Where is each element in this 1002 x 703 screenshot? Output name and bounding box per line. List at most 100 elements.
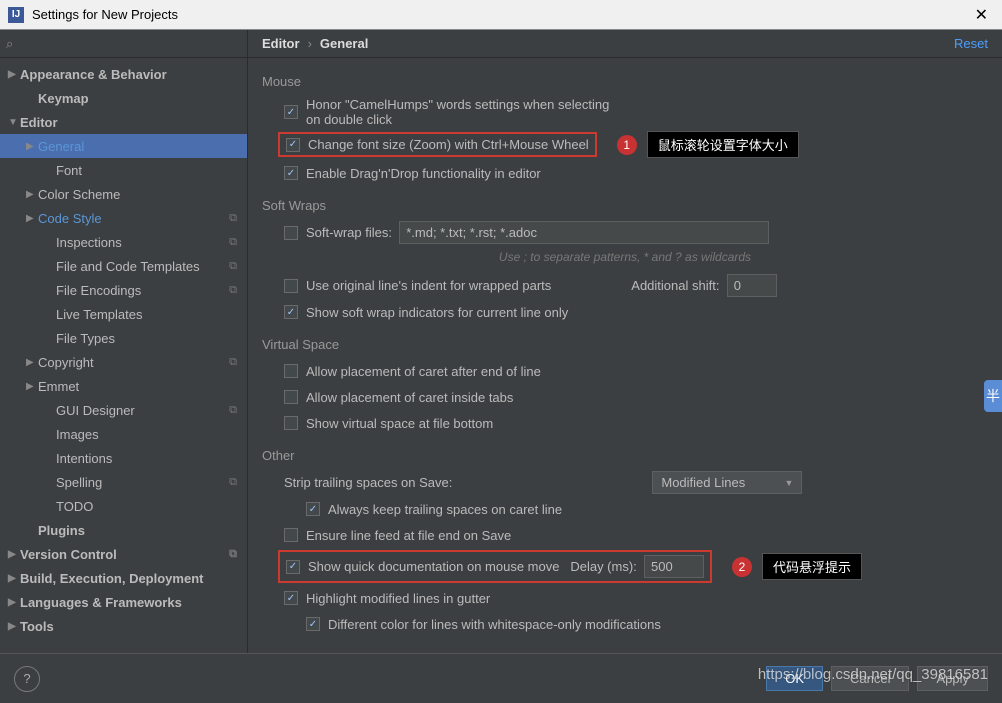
delay-input[interactable] (644, 555, 704, 578)
sidebar-item-emmet[interactable]: ▶Emmet (0, 374, 247, 398)
copy-icon: ⧉ (229, 548, 237, 561)
sidebar-item-file-types[interactable]: File Types (0, 326, 247, 350)
quickdoc-row: Show quick documentation on mouse move D… (284, 550, 988, 583)
sidebar-item-todo[interactable]: TODO (0, 494, 247, 518)
indicators-row: Show soft wrap indicators for current li… (284, 301, 988, 323)
sidebar-item-gui-designer[interactable]: GUI Designer⧉ (0, 398, 247, 422)
sidebar-item-label: Font (56, 163, 82, 178)
help-button[interactable]: ? (14, 666, 40, 692)
sidebar-item-tools[interactable]: ▶Tools (0, 614, 247, 638)
checkbox[interactable] (286, 138, 300, 152)
sidebar-item-file-encodings[interactable]: File Encodings ⧉ (0, 278, 247, 302)
breadcrumb-b: General (320, 36, 368, 51)
sidebar-item-label: Keymap (38, 91, 89, 106)
sidebar-item-label: Intentions (56, 451, 112, 466)
sidebar-item-spelling[interactable]: Spelling⧉ (0, 470, 247, 494)
chevron-right-icon[interactable]: ▶ (8, 621, 20, 632)
close-icon[interactable]: ✕ (969, 5, 994, 25)
chevron-right-icon[interactable]: ▶ (26, 381, 38, 392)
reset-link[interactable]: Reset (954, 36, 988, 51)
copy-icon: ⧉ (229, 236, 237, 249)
sidebar-item-file-and-code-templates[interactable]: File and Code Templates⧉ (0, 254, 247, 278)
titlebar: IJ Settings for New Projects ✕ (0, 0, 1002, 30)
sidebar-item-plugins[interactable]: Plugins (0, 518, 247, 542)
checkbox[interactable] (284, 364, 298, 378)
sidebar-item-general[interactable]: ▶General (0, 134, 247, 158)
sidebar-item-intentions[interactable]: Intentions (0, 446, 247, 470)
chevron-down-icon[interactable]: ▼ (8, 117, 20, 128)
virtual-bottom-row: Show virtual space at file bottom (284, 412, 988, 434)
apply-button[interactable]: Apply (917, 666, 988, 691)
section-other: Other (262, 448, 988, 463)
sidebar-item-images[interactable]: Images (0, 422, 247, 446)
honor-camelhumps-row: Honor "CamelHumps" words settings when s… (284, 97, 988, 127)
callout-1: 1鼠标滚轮设置字体大小 (617, 131, 799, 158)
sidebar-item-appearance-behavior[interactable]: ▶Appearance & Behavior (0, 62, 247, 86)
chevron-right-icon[interactable]: ▶ (26, 357, 38, 368)
softwrap-files-input[interactable] (399, 221, 769, 244)
checkbox[interactable] (284, 528, 298, 542)
chevron-right-icon[interactable]: ▶ (8, 573, 20, 584)
dnd-row: Enable Drag'n'Drop functionality in edit… (284, 162, 988, 184)
sidebar-item-label: Languages & Frameworks (20, 595, 182, 610)
shift-input[interactable] (727, 274, 777, 297)
chevron-right-icon[interactable]: ▶ (8, 69, 20, 80)
checkbox[interactable] (284, 416, 298, 430)
window-title: Settings for New Projects (32, 7, 969, 22)
cancel-button[interactable]: Cancel (831, 666, 909, 691)
checkbox[interactable] (306, 617, 320, 631)
checkbox[interactable] (284, 226, 298, 240)
callout-2: 2代码悬浮提示 (732, 553, 862, 580)
sidebar-item-label: File Encodings (56, 283, 141, 298)
sidebar-item-label: Code Style (38, 211, 102, 226)
sidebar-item-keymap[interactable]: Keymap (0, 86, 247, 110)
checkbox[interactable] (306, 502, 320, 516)
sidebar-item-code-style[interactable]: ▶Code Style⧉ (0, 206, 247, 230)
copy-icon: ⧉ (229, 476, 237, 489)
sidebar: ⌕ ▶Appearance & BehaviorKeymap▼Editor▶Ge… (0, 30, 248, 653)
settings-tree: ▶Appearance & BehaviorKeymap▼Editor▶Gene… (0, 58, 247, 653)
sidebar-item-inspections[interactable]: Inspections ⧉ (0, 230, 247, 254)
sidebar-item-build-execution-deployment[interactable]: ▶Build, Execution, Deployment (0, 566, 247, 590)
chevron-right-icon[interactable]: ▶ (26, 213, 38, 224)
sidebar-item-label: Emmet (38, 379, 79, 394)
sidebar-item-label: Build, Execution, Deployment (20, 571, 203, 586)
checkbox[interactable] (284, 166, 298, 180)
section-mouse: Mouse (262, 74, 988, 89)
softwrap-files-row: Soft-wrap files: (284, 221, 988, 244)
checkbox[interactable] (286, 560, 300, 574)
sidebar-item-editor[interactable]: ▼Editor (0, 110, 247, 134)
sidebar-item-label: Editor (20, 115, 58, 130)
search-input[interactable] (17, 36, 241, 51)
checkbox[interactable] (284, 305, 298, 319)
chevron-right-icon[interactable]: ▶ (26, 141, 38, 152)
sidebar-item-languages-frameworks[interactable]: ▶Languages & Frameworks (0, 590, 247, 614)
chevron-right-icon: › (308, 36, 312, 51)
sidebar-item-live-templates[interactable]: Live Templates (0, 302, 247, 326)
copy-icon: ⧉ (229, 404, 237, 417)
breadcrumb-a: Editor (262, 36, 300, 51)
search-bar: ⌕ (0, 30, 247, 58)
chevron-right-icon[interactable]: ▶ (8, 597, 20, 608)
checkbox[interactable] (284, 105, 298, 119)
strip-dropdown[interactable]: Modified Lines (652, 471, 802, 494)
checkbox[interactable] (284, 591, 298, 605)
chevron-right-icon[interactable]: ▶ (26, 189, 38, 200)
sidebar-item-font[interactable]: Font (0, 158, 247, 182)
checkbox[interactable] (284, 390, 298, 404)
sidebar-item-version-control[interactable]: ▶Version Control⧉ (0, 542, 247, 566)
strip-row: Strip trailing spaces on Save:Modified L… (284, 471, 988, 494)
copy-icon: ⧉ (229, 284, 237, 297)
sidebar-item-color-scheme[interactable]: ▶Color Scheme (0, 182, 247, 206)
breadcrumb: Editor › General Reset (248, 30, 1002, 58)
sidebar-item-label: Images (56, 427, 99, 442)
app-icon: IJ (8, 7, 24, 23)
sidebar-item-label: Live Templates (56, 307, 142, 322)
checkbox[interactable] (284, 279, 298, 293)
ok-button[interactable]: OK (766, 666, 823, 691)
chevron-right-icon[interactable]: ▶ (8, 549, 20, 560)
caret-eol-row: Allow placement of caret after end of li… (284, 360, 988, 382)
sidebar-item-label: Inspections (56, 235, 122, 250)
sidebar-item-copyright[interactable]: ▶Copyright⧉ (0, 350, 247, 374)
indent-row: Use original line's indent for wrapped p… (284, 274, 988, 297)
